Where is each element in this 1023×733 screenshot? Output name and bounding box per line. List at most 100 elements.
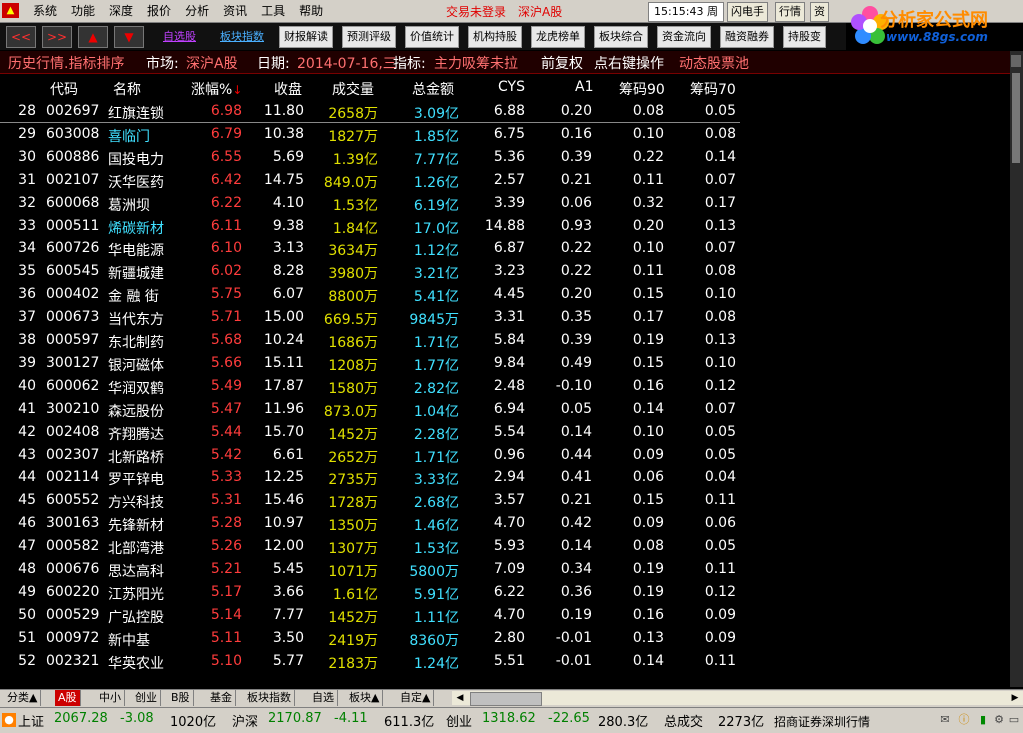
table-row[interactable]: 31 002107 沃华医药 6.42 14.75 849.0万 1.26亿 2.57 0.21… [0, 169, 1010, 192]
scroll-up-icon[interactable] [1011, 55, 1021, 67]
next-page-button[interactable]: >> [42, 26, 72, 48]
amount-unit: 亿 [445, 380, 459, 397]
monitor-icon[interactable]: ▭ [1007, 713, 1021, 727]
tab-watchlist[interactable]: 自选 [309, 690, 338, 706]
table-row[interactable]: 36 000402 金 融 街 5.75 6.07 8800万 5.41亿 4.45 0.20 0… [0, 283, 1010, 306]
table-row[interactable]: 48 000676 思达高科 5.21 5.45 1071万 5800万 7.09 0.34 0.… [0, 558, 1010, 581]
stock-code: 600068 [46, 194, 100, 211]
menu-help[interactable]: 帮助 [292, 0, 330, 22]
col-header-name[interactable]: 名称 [113, 79, 141, 99]
table-row[interactable]: 28 002697 红旗连锁 6.98 11.80 2658万 3.09亿 6.88 0.20 0… [0, 100, 1010, 123]
menu-analysis[interactable]: 分析 [178, 0, 216, 22]
sector-index-link[interactable]: 板块指数 [220, 28, 264, 44]
table-row[interactable]: 41 300210 森远股份 5.47 11.96 873.0万 1.04亿 6.94 0.05… [0, 398, 1010, 421]
table-row[interactable]: 40 600062 华润双鹤 5.49 17.87 1580万 2.82亿 2.48 -0.10… [0, 375, 1010, 398]
financial-report-button[interactable]: 财报解读 [279, 26, 333, 48]
table-row[interactable]: 38 000597 东北制药 5.68 10.24 1686万 1.71亿 5.84 0.39 0… [0, 329, 1010, 352]
sector-overview-button[interactable]: 板块综合 [594, 26, 648, 48]
col-header-code[interactable]: 代码 [50, 79, 78, 99]
chip70-value: 0.10 [704, 354, 736, 371]
tab-category[interactable]: 分类▲ [4, 690, 42, 706]
col-header-cys[interactable]: CYS [498, 79, 525, 95]
col-header-chip90[interactable]: 筹码90 [619, 79, 665, 99]
table-row[interactable]: 34 600726 华电能源 6.10 3.13 3634万 1.12亿 6.87 0.22 0.… [0, 237, 1010, 260]
forecast-rating-button[interactable]: 预测评级 [342, 26, 396, 48]
indicator-value[interactable]: 主力吸筹未拉 [434, 53, 518, 73]
col-header-change[interactable]: 涨幅%↓ [191, 79, 242, 99]
menu-quote[interactable]: 报价 [140, 0, 178, 22]
table-row[interactable]: 46 300163 先锋新材 5.28 10.97 1350万 1.46亿 4.70 0.42 0… [0, 512, 1010, 535]
table-row[interactable]: 32 600068 葛洲坝 6.22 4.10 1.53亿 6.19亿 3.39 0.06 0.3… [0, 192, 1010, 215]
tab-a-share[interactable]: A股 [55, 690, 81, 706]
table-row[interactable]: 45 600552 方兴科技 5.31 15.46 1728万 2.68亿 3.57 0.21 0… [0, 489, 1010, 512]
change-pct: 6.98 [210, 103, 242, 119]
app-logo-icon[interactable]: ● [2, 713, 16, 727]
institution-holdings-button[interactable]: 机构持股 [468, 26, 522, 48]
table-row[interactable]: 35 600545 新疆城建 6.02 8.28 3980万 3.21亿 3.23 0.22 0.… [0, 260, 1010, 283]
dragon-tiger-button[interactable]: 龙虎榜单 [531, 26, 585, 48]
stock-code: 000511 [46, 217, 100, 234]
watchlist-link[interactable]: 自选股 [163, 28, 196, 44]
table-row[interactable]: 52 002321 华英农业 5.10 5.77 2183万 1.24亿 5.51 -0.01 0… [0, 650, 1010, 673]
date-value[interactable]: 2014-07-16,三 [297, 53, 397, 73]
scroll-right-icon[interactable]: ▶ [1009, 691, 1021, 705]
tab-sector[interactable]: 板块▲ [346, 690, 384, 706]
close-price: 10.38 [263, 125, 304, 142]
menu-system[interactable]: 系统 [26, 0, 64, 22]
gear-icon[interactable]: ⚙ [992, 713, 1006, 727]
menu-function[interactable]: 功能 [64, 0, 102, 22]
table-row[interactable]: 39 300127 银河磁体 5.66 15.11 1208万 1.77亿 9.84 0.49 0… [0, 352, 1010, 375]
margin-trading-button[interactable]: 融资融券 [720, 26, 774, 48]
table-row[interactable]: 51 000972 新中基 5.11 3.50 2419万 8360万 2.80 -0.01 0.… [0, 627, 1010, 650]
flash-trade-button[interactable]: 闪电手 [727, 2, 768, 22]
prev-page-button[interactable]: << [6, 26, 36, 48]
info-icon[interactable]: ⓘ [957, 713, 971, 727]
menu-info[interactable]: 资讯 [216, 0, 254, 22]
table-row[interactable]: 47 000582 北部湾港 5.26 12.00 1307万 1.53亿 5.93 0.14 0… [0, 535, 1010, 558]
table-row[interactable]: 33 000511 烯碳新材 6.11 9.38 1.84亿 17.0亿 14.88 0.93 0… [0, 215, 1010, 238]
tab-fund[interactable]: 基金 [207, 690, 236, 706]
col-header-chip70[interactable]: 筹码70 [690, 79, 736, 99]
holdings-change-button[interactable]: 持股变 [783, 26, 826, 48]
menu-depth[interactable]: 深度 [102, 0, 140, 22]
table-row[interactable]: 30 600886 国投电力 6.55 5.69 1.39亿 7.77亿 5.36 0.39 0.… [0, 146, 1010, 169]
amount-unit: 亿 [445, 266, 459, 283]
adjust-mode[interactable]: 前复权 [541, 53, 583, 73]
stock-code: 600726 [46, 240, 100, 257]
vertical-scrollbar[interactable] [1010, 51, 1023, 687]
fund-flow-button[interactable]: 资金流向 [657, 26, 711, 48]
tab-b-share[interactable]: B股 [168, 690, 194, 706]
col-header-close[interactable]: 收盘 [274, 79, 302, 99]
table-row[interactable]: 43 002307 北新路桥 5.42 6.61 2652万 1.71亿 0.96 0.44 0.… [0, 444, 1010, 467]
down-button[interactable]: ▼ [114, 26, 144, 48]
value-stats-button[interactable]: 价值统计 [405, 26, 459, 48]
col-header-volume[interactable]: 成交量 [332, 79, 374, 99]
table-row[interactable]: 49 600220 江苏阳光 5.17 3.66 1.61亿 5.91亿 6.22 0.36 0.… [0, 581, 1010, 604]
table-row[interactable]: 29 603008 喜临门 6.79 10.38 1827万 1.85亿 6.75 0.16 0.… [0, 123, 1010, 146]
table-row[interactable]: 50 000529 广弘控股 5.14 7.77 1452万 1.11亿 4.70 0.19 0.… [0, 604, 1010, 627]
market-value[interactable]: 深沪A股 [186, 53, 238, 73]
table-row[interactable]: 44 002114 罗平锌电 5.33 12.25 2735万 3.33亿 2.94 0.41 0… [0, 466, 1010, 489]
hscroll-thumb[interactable] [470, 692, 542, 706]
menu-tools[interactable]: 工具 [254, 0, 292, 22]
col-header-a1[interactable]: A1 [575, 79, 593, 95]
scroll-thumb[interactable] [1012, 73, 1020, 163]
amount-unit: 亿 [445, 197, 459, 214]
col-header-amount[interactable]: 总金额 [412, 79, 454, 99]
tab-sme[interactable]: 中小 [96, 690, 125, 706]
horizontal-scrollbar[interactable]: ◀ ▶ [452, 691, 1023, 706]
tab-chinext[interactable]: 创业 [132, 690, 161, 706]
trade-status[interactable]: 交易未登录 [446, 3, 506, 20]
tab-sector-index[interactable]: 板块指数 [244, 690, 295, 706]
up-button[interactable]: ▲ [78, 26, 108, 48]
quote-button[interactable]: 行情 [775, 2, 805, 22]
app-logo-icon[interactable]: ▲ [2, 3, 19, 18]
signal-icon[interactable]: ▮ [976, 713, 990, 727]
dynamic-pool[interactable]: 动态股票池 [679, 53, 749, 73]
mail-icon[interactable]: ✉ [938, 713, 952, 727]
tab-custom[interactable]: 自定▲ [397, 690, 435, 706]
table-row[interactable]: 37 000673 当代东方 5.71 15.00 669.5万 9845万 3.31 0.35… [0, 306, 1010, 329]
scroll-left-icon[interactable]: ◀ [454, 691, 466, 705]
table-row[interactable]: 42 002408 齐翔腾达 5.44 15.70 1452万 2.28亿 5.54 0.14 0… [0, 421, 1010, 444]
info-button[interactable]: 资 [810, 2, 829, 22]
